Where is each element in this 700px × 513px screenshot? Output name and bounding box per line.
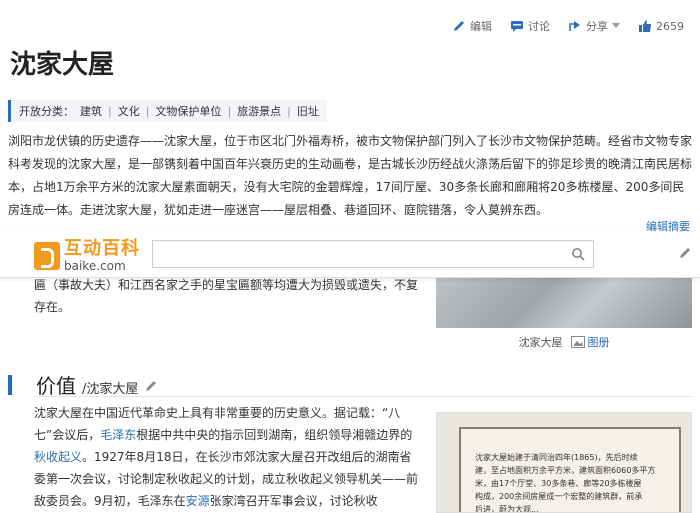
edit-label: 编辑: [470, 20, 492, 33]
site-header: 互动百科 baike.com: [0, 232, 700, 278]
category-separator: |: [287, 104, 291, 118]
text-run: 张家湾召开军事会议，讨论秋收: [209, 494, 378, 508]
discuss-button[interactable]: 讨论: [510, 18, 550, 34]
link-anyuan[interactable]: 安源: [186, 494, 210, 508]
pencil-icon: [454, 21, 464, 31]
plaque-line: 建，至占地面积万余平方米，建筑面积6060多平方: [475, 466, 656, 475]
share-button[interactable]: 分享: [568, 18, 620, 34]
body-paragraph: 沈家大屋在中国近代革命史上具有非常重要的历史意义。据记载：“八七”会议后，毛泽东…: [34, 402, 422, 512]
plaque-line: 构成，200余间房屋成一个宏整的建筑群，前承: [475, 492, 643, 501]
section-divider: [34, 396, 692, 397]
category-bar: 开放分类： 建筑 | 文化 | 文物保护单位 | 旅游景点 | 旧址: [8, 100, 327, 122]
logo-text: 互动百科 baike.com: [64, 238, 140, 273]
plaque: 沈家大屋始建于清同治四年(1865)，先后时续 建，至占地面积万余平方米，建筑面…: [459, 427, 681, 513]
gallery-label: 图册: [587, 336, 610, 349]
image-caption-text: 沈家大屋: [518, 336, 563, 349]
logo-en: baike.com: [64, 259, 126, 273]
page-title: 沈家大屋: [10, 50, 115, 80]
logo-mark: [34, 242, 60, 270]
chevron-down-icon: [612, 23, 620, 28]
share-label: 分享: [586, 20, 608, 33]
section-marker: [8, 374, 12, 395]
pencil-icon[interactable]: [678, 246, 692, 260]
plaque-line: 沈家大屋始建于清同治四年(1865)，先后时续: [475, 453, 638, 462]
category-link[interactable]: 建筑: [80, 103, 102, 119]
category-separator: |: [145, 104, 150, 118]
plaque-line: 米，由17个厅堂、30多条巷、廊等20多栋楼屋: [475, 479, 642, 488]
category-label: 开放分类：: [19, 105, 74, 118]
search-input[interactable]: [153, 241, 563, 267]
like-button[interactable]: 2659: [638, 19, 684, 33]
edit-button[interactable]: 编辑: [452, 18, 492, 34]
discuss-label: 讨论: [528, 20, 550, 33]
plaque-line: 后进，蔚为大观...: [475, 505, 539, 513]
plaque-image[interactable]: 沈家大屋始建于清同治四年(1865)，先后时续 建，至占地面积万余平方米，建筑面…: [436, 412, 692, 513]
link-mao-zedong[interactable]: 毛泽东: [100, 428, 136, 442]
search-icon[interactable]: [571, 247, 585, 261]
share-icon: [569, 21, 580, 31]
image-caption: 沈家大屋 图册: [436, 334, 692, 350]
link-autumn-harvest-uprising[interactable]: 秋收起义: [34, 450, 82, 464]
section-title: 价值: [36, 374, 76, 398]
category-link[interactable]: 文物保护单位: [155, 103, 221, 119]
category-link[interactable]: 旧址: [297, 103, 319, 119]
intro-summary: 浏阳市龙伏镇的历史遗存——沈家大屋，位于市区北门外福寿桥，被市文物保护部门列入了…: [8, 134, 693, 217]
category-link[interactable]: 旅游景点: [237, 103, 281, 119]
category-separator: |: [108, 104, 112, 118]
article-image[interactable]: [436, 272, 692, 328]
body-paragraph: 匾（事故大夫）和江西名家之手的星宝匾额等均遭大为损毁或遗失，不复存在。: [34, 278, 419, 314]
search-box: [152, 240, 594, 268]
text-run: 根据中共中央的指示回到湖南，组织领导湘赣边界的: [136, 428, 413, 442]
logo-cn: 互动百科: [64, 238, 140, 259]
article-toolbar: 编辑 讨论 分享 2659: [452, 18, 684, 34]
site-logo[interactable]: 互动百科 baike.com: [34, 240, 140, 272]
pencil-icon[interactable]: [144, 379, 158, 393]
section-heading: 价值 /沈家大屋: [8, 370, 158, 399]
gallery-link[interactable]: 图册: [570, 334, 610, 350]
like-count: 2659: [656, 19, 684, 33]
gallery-icon: [570, 336, 585, 348]
section-subtitle: /沈家大屋: [82, 382, 139, 397]
category-separator: |: [227, 104, 232, 118]
category-link[interactable]: 文化: [118, 103, 140, 119]
chat-icon: [511, 21, 523, 32]
thumbs-up-icon: [639, 20, 651, 32]
